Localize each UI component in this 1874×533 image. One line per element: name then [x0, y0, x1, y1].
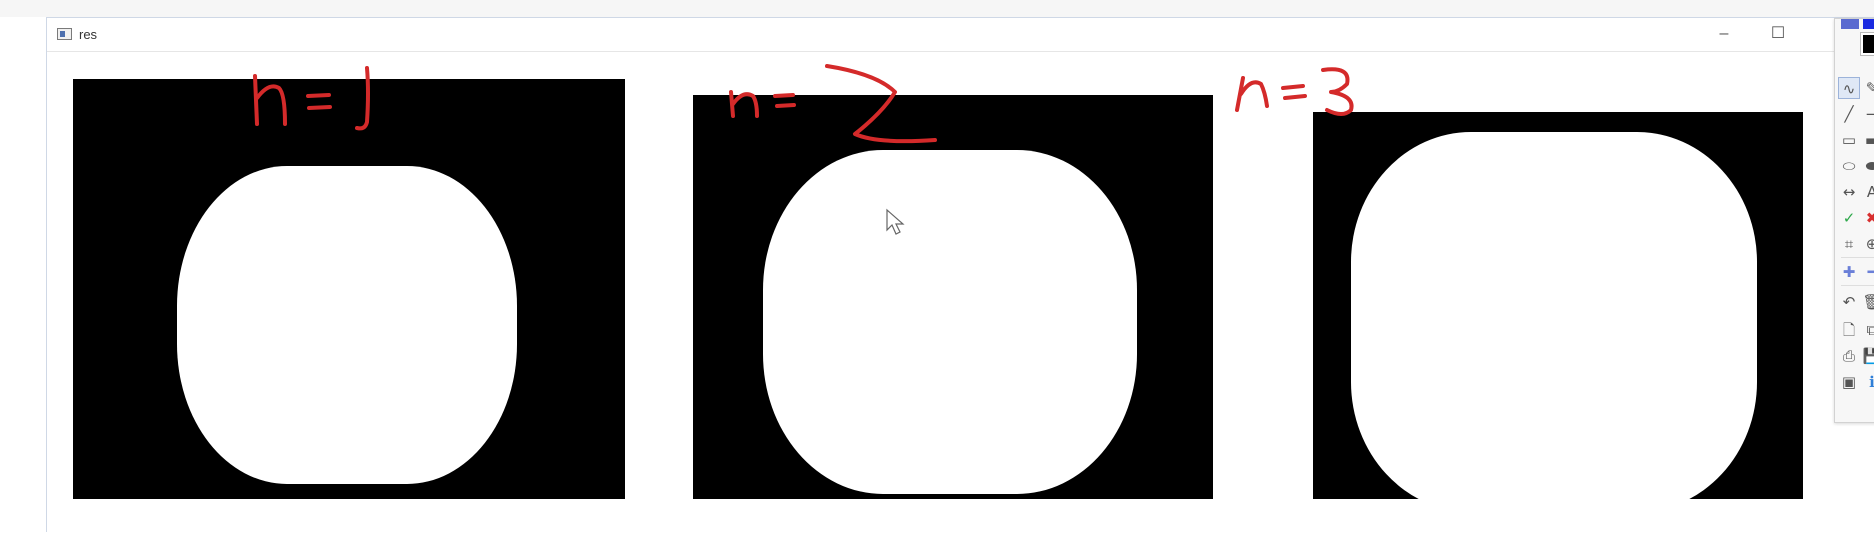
crop-tool-button[interactable]: ⌗: [1838, 233, 1860, 255]
freehand-icon: ∿: [1842, 80, 1856, 98]
minimize-button[interactable]: –: [1704, 22, 1744, 46]
ellipse-tool-button[interactable]: ⬭: [1838, 155, 1860, 177]
copy-tool-button[interactable]: ⧉: [1861, 319, 1874, 341]
freehand-tool-button[interactable]: ∿: [1838, 77, 1860, 99]
save-icon: 💾: [1862, 347, 1874, 365]
ellipse-icon: ⬭: [1842, 157, 1856, 175]
filled-ellipse-tool-button[interactable]: ⬬: [1861, 155, 1874, 177]
toolbar-separator: [1841, 285, 1874, 286]
info-tool-button[interactable]: ℹ: [1861, 371, 1874, 393]
color-swatch-2[interactable]: [1863, 19, 1874, 29]
double-arrow-icon: ↔: [1842, 183, 1856, 201]
cross-tool-button[interactable]: ✖: [1861, 207, 1874, 229]
new-page-tool-button[interactable]: 🗋: [1838, 319, 1860, 341]
line-tool-button[interactable]: ╱: [1838, 103, 1860, 125]
double-arrow-tool-button[interactable]: ↔: [1838, 181, 1860, 203]
new-page-icon: 🗋: [1842, 321, 1856, 339]
title-bar: res – ☐: [47, 18, 1874, 52]
screen-icon: ▣: [1841, 373, 1857, 391]
print-tool-button[interactable]: ⎙: [1838, 345, 1860, 367]
ink-overlay: [253, 64, 1354, 235]
desktop-strip: [0, 0, 1874, 17]
annotation-toolbar: ∿ ✎ ╱ → ▭ ▬ ⬭ ⬬ ↔ A ✓ ✖ ⌗ ⊕ ✚ ━ ↶ 🗑 🗋 ⧉ ⎙ 💾 ▣ ℹ: [1834, 18, 1874, 423]
decrease-size-tool-button[interactable]: ━: [1861, 261, 1874, 283]
fill-color-swatch[interactable]: [1860, 32, 1874, 56]
maximize-button[interactable]: ☐: [1758, 22, 1798, 46]
eraser-icon: ✎: [1865, 79, 1874, 97]
filled-rectangle-icon: ▬: [1864, 131, 1874, 149]
mouse-cursor-icon: [886, 208, 905, 235]
crop-icon: ⌗: [1844, 235, 1854, 253]
check-tool-button[interactable]: ✓: [1838, 207, 1860, 229]
annotation-n2: [729, 64, 937, 144]
save-tool-button[interactable]: 💾: [1861, 345, 1874, 367]
app-icon: [57, 28, 72, 40]
image-canvas: [47, 52, 1874, 533]
filled-rectangle-tool-button[interactable]: ▬: [1861, 129, 1874, 151]
decrease-size-icon: ━: [1867, 263, 1874, 281]
copy-icon: ⧉: [1866, 321, 1874, 339]
arrow-icon: →: [1865, 105, 1874, 123]
window-title: res: [79, 27, 98, 42]
delete-tool-button[interactable]: 🗑: [1861, 291, 1874, 313]
annotation-n3: [1235, 67, 1354, 116]
text-tool-button[interactable]: A: [1861, 181, 1874, 203]
filled-ellipse-icon: ⬬: [1865, 157, 1874, 175]
text-icon: A: [1866, 183, 1874, 201]
print-icon: ⎙: [1842, 347, 1855, 365]
color-swatch-1[interactable]: [1841, 19, 1859, 29]
undo-icon: ↶: [1842, 293, 1856, 311]
cross-icon: ✖: [1865, 209, 1874, 227]
delete-icon: 🗑: [1862, 293, 1874, 311]
line-icon: ╱: [1844, 105, 1854, 123]
zoom-icon: ⊕: [1865, 235, 1874, 253]
info-icon: ℹ: [1869, 373, 1874, 391]
zoom-tool-button[interactable]: ⊕: [1861, 233, 1874, 255]
rectangle-tool-button[interactable]: ▭: [1838, 129, 1860, 151]
annotation-n1: [253, 66, 370, 131]
rectangle-icon: ▭: [1841, 131, 1857, 149]
check-icon: ✓: [1842, 209, 1856, 227]
increase-size-icon: ✚: [1842, 263, 1856, 281]
increase-size-tool-button[interactable]: ✚: [1838, 261, 1860, 283]
arrow-tool-button[interactable]: →: [1861, 103, 1874, 125]
image-window: res – ☐ ∿ ✎ ╱ → ▭ ▬ ⬭ ⬬ ↔ A ✓ ✖ ⌗ ⊕ ✚ ━ …: [46, 17, 1874, 533]
eraser-tool-button[interactable]: ✎: [1861, 77, 1874, 99]
screen-tool-button[interactable]: ▣: [1838, 371, 1860, 393]
undo-tool-button[interactable]: ↶: [1838, 291, 1860, 313]
toolbar-separator: [1841, 257, 1874, 258]
